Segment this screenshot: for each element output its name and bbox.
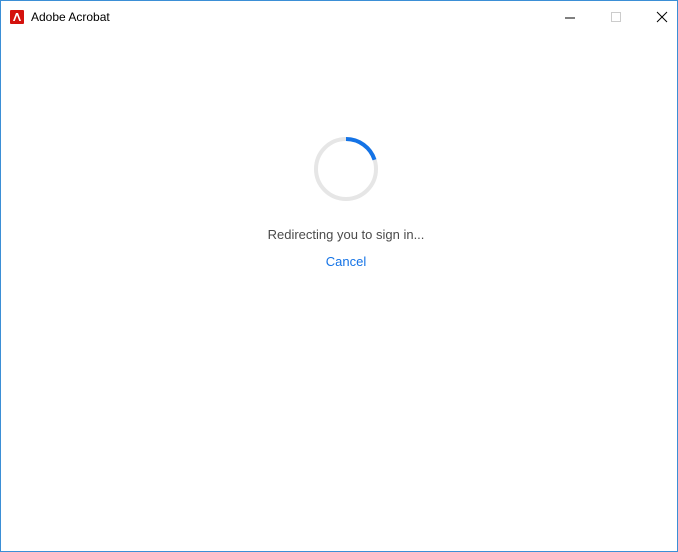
app-window: Adobe Acrobat Redirecting you to sign in… (0, 0, 678, 552)
status-message: Redirecting you to sign in... (267, 227, 425, 242)
maximize-button[interactable] (593, 1, 639, 31)
maximize-icon (611, 12, 621, 22)
close-button[interactable] (639, 1, 678, 31)
minimize-icon (565, 17, 575, 19)
cancel-link[interactable]: Cancel (323, 253, 369, 271)
title-bar[interactable]: Adobe Acrobat (1, 1, 677, 31)
minimize-button[interactable] (547, 1, 593, 31)
close-icon (656, 11, 668, 23)
loading-spinner-icon (314, 137, 378, 201)
sign-in-redirect-panel: Redirecting you to sign in... Cancel (1, 31, 677, 551)
adobe-acrobat-logo-icon (10, 10, 24, 24)
window-title: Adobe Acrobat (31, 10, 110, 24)
